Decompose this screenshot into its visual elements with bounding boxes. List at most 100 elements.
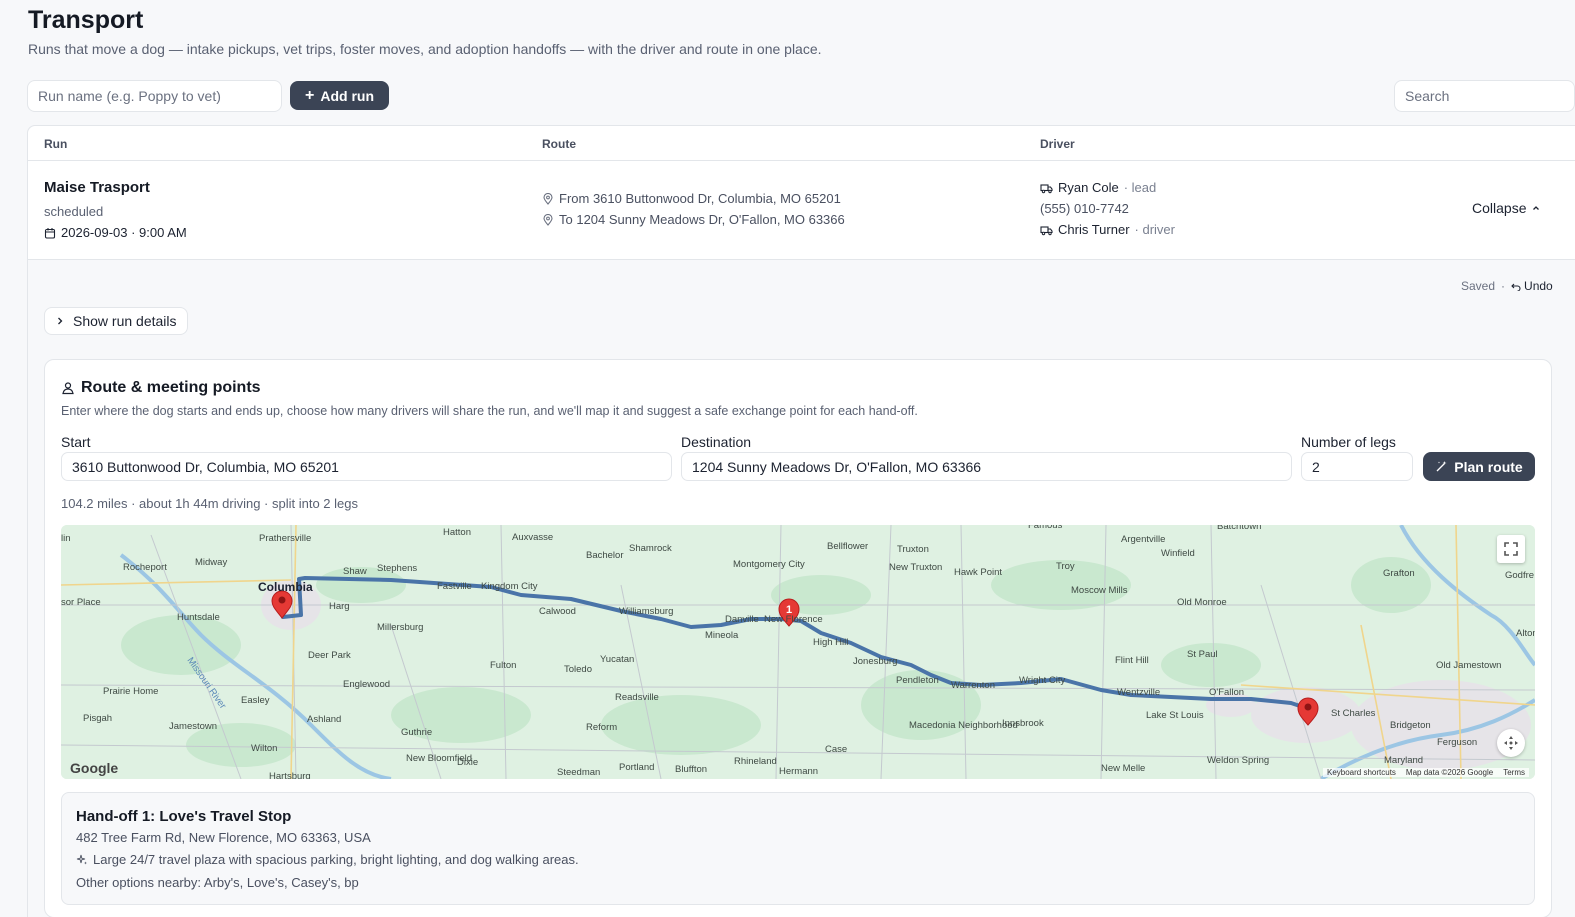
map-place-label: Weldon Spring bbox=[1207, 755, 1269, 766]
legs-input[interactable] bbox=[1301, 452, 1413, 481]
map-place-label: Fastville bbox=[437, 581, 472, 592]
map-place-label: Steedman bbox=[557, 767, 600, 778]
map-place-label: Deer Park bbox=[308, 650, 351, 661]
destination-input[interactable] bbox=[681, 452, 1292, 481]
map-place-label: Hatton bbox=[443, 527, 471, 538]
map-place-label: Rocheport bbox=[123, 562, 167, 573]
handoff-address: 482 Tree Farm Rd, New Florence, MO 63363… bbox=[76, 830, 371, 845]
destination-label: Destination bbox=[681, 434, 752, 450]
map-place-label: Famous bbox=[1028, 525, 1063, 531]
legs-label: Number of legs bbox=[1301, 434, 1396, 450]
map-place-label: Argentville bbox=[1121, 534, 1165, 545]
sparkles-icon bbox=[76, 854, 87, 864]
driver-lead-role: · lead bbox=[1123, 180, 1157, 195]
map-place-label: Danville bbox=[725, 614, 759, 625]
column-header-driver: Driver bbox=[1040, 137, 1075, 151]
route-summary: 104.2 miles · about 1h 44m driving · spl… bbox=[61, 496, 358, 511]
map-place-label: New Melle bbox=[1101, 763, 1145, 774]
map-place-label: Montgomery City bbox=[733, 559, 805, 570]
map-place-label: Hartsburg bbox=[269, 771, 311, 779]
add-run-button[interactable]: + Add run bbox=[290, 81, 389, 110]
map-place-label: Hawk Point bbox=[954, 567, 1002, 578]
map-place-label: Dixie bbox=[457, 757, 478, 768]
plan-route-label: Plan route bbox=[1454, 458, 1523, 475]
page-title: Transport bbox=[28, 6, 144, 34]
show-run-details-button[interactable]: Show run details bbox=[44, 307, 188, 335]
chevron-right-icon bbox=[58, 317, 63, 325]
column-header-route: Route bbox=[542, 137, 576, 151]
runs-table: Run Route Driver Maise Trasport schedule… bbox=[27, 125, 1575, 917]
map-place-label: Case bbox=[825, 744, 847, 755]
map-place-label: New Truxton bbox=[889, 562, 942, 573]
map-place-label: Reform bbox=[586, 722, 617, 733]
map-place-label: Guthrie bbox=[401, 727, 432, 738]
map-place-label: Auxvasse bbox=[512, 532, 553, 543]
plan-route-button[interactable]: Plan route bbox=[1423, 452, 1535, 481]
start-label: Start bbox=[61, 434, 91, 450]
handoff-note: Large 24/7 travel plaza with spacious pa… bbox=[76, 852, 579, 867]
route-map[interactable]: 1 Columbia Rocheport Midway Prathersville Ha… bbox=[61, 525, 1535, 779]
pin-icon bbox=[543, 192, 553, 205]
map-data-text: Map data ©2026 Google bbox=[1405, 768, 1494, 777]
map-place-label: Godfre bbox=[1505, 570, 1534, 581]
route-card-title-text: Route & meeting points bbox=[81, 379, 261, 396]
run-name-input[interactable] bbox=[27, 80, 282, 112]
run-date: 2026-09-03 · 9:00 AM bbox=[44, 225, 187, 240]
map-camera-control[interactable] bbox=[1497, 729, 1525, 757]
map-place-label: Wilton bbox=[251, 743, 277, 754]
map-place-label: lin bbox=[61, 533, 71, 544]
map-canvas[interactable]: 1 ColumbiaRocheport MidwayPrathersvilleHa… bbox=[61, 525, 1535, 779]
driver-second-name: Chris Turner bbox=[1058, 222, 1130, 237]
undo-icon bbox=[1511, 283, 1521, 291]
driver-lead-phone: (555) 010-7742 bbox=[1040, 201, 1129, 216]
map-place-label: O'Fallon bbox=[1209, 687, 1244, 698]
map-place-label: Williamsburg bbox=[619, 606, 673, 617]
map-place-label: Englewood bbox=[343, 679, 390, 690]
map-place-label: Ashland bbox=[307, 714, 341, 725]
map-place-label: St Charles bbox=[1331, 708, 1376, 719]
driver-second: Chris Turner · driver bbox=[1040, 222, 1175, 237]
undo-button[interactable]: Undo bbox=[1511, 279, 1553, 293]
magic-wand-icon bbox=[1436, 461, 1447, 472]
map-place-label: Grafton bbox=[1383, 568, 1415, 579]
map-place-label: Bellflower bbox=[827, 541, 868, 552]
map-place-label: Flint Hill bbox=[1115, 655, 1149, 666]
map-place-label: Shamrock bbox=[629, 543, 672, 554]
separator: · bbox=[1501, 279, 1506, 293]
handoff-other-options: Other options nearby: Arby's, Love's, Ca… bbox=[76, 875, 359, 890]
save-status: Saved · Undo bbox=[1461, 279, 1553, 293]
map-place-label: Prathersville bbox=[259, 533, 311, 544]
start-input[interactable] bbox=[61, 452, 672, 481]
route-card-description: Enter where the dog starts and ends up, … bbox=[61, 404, 918, 418]
calendar-icon bbox=[44, 227, 56, 239]
map-place-label: Maryland bbox=[1384, 755, 1423, 766]
keyboard-shortcuts-link[interactable]: Keyboard shortcuts bbox=[1327, 768, 1396, 777]
table-row[interactable]: Maise Trasport scheduled 2026-09-03 · 9:… bbox=[28, 161, 1575, 260]
map-place-label: Easley bbox=[241, 695, 270, 706]
map-place-label: Fulton bbox=[490, 660, 516, 671]
map-place-label: Wright City bbox=[1019, 675, 1066, 686]
truck-icon bbox=[1040, 183, 1053, 193]
plus-icon: + bbox=[305, 86, 315, 104]
collapse-button[interactable]: Collapse bbox=[1472, 200, 1541, 216]
map-place-label: Readsville bbox=[615, 692, 659, 703]
map-place-label: Moscow Mills bbox=[1071, 585, 1128, 596]
page-subtitle: Runs that move a dog — intake pickups, v… bbox=[28, 41, 822, 57]
map-place-label: sor Place bbox=[61, 597, 101, 608]
column-header-run: Run bbox=[44, 137, 68, 151]
route-to-text: To 1204 Sunny Meadows Dr, O'Fallon, MO 6… bbox=[559, 212, 845, 227]
route-from: From 3610 Buttonwood Dr, Columbia, MO 65… bbox=[542, 191, 841, 206]
terms-link[interactable]: Terms bbox=[1503, 768, 1525, 777]
map-place-label: Rhineland bbox=[734, 756, 777, 767]
chevron-up-icon bbox=[1533, 206, 1540, 210]
fullscreen-button[interactable] bbox=[1497, 535, 1525, 563]
map-place-label: Columbia bbox=[258, 580, 313, 594]
search-input[interactable] bbox=[1394, 80, 1575, 112]
route-person-icon bbox=[62, 382, 74, 395]
move-camera-icon bbox=[1504, 736, 1518, 750]
map-place-label: Huntsdale bbox=[177, 612, 220, 623]
map-place-label: Winfield bbox=[1161, 548, 1195, 559]
map-place-label: New Florence bbox=[764, 614, 823, 625]
driver-lead-name: Ryan Cole bbox=[1058, 180, 1119, 195]
run-status: scheduled bbox=[44, 204, 104, 219]
